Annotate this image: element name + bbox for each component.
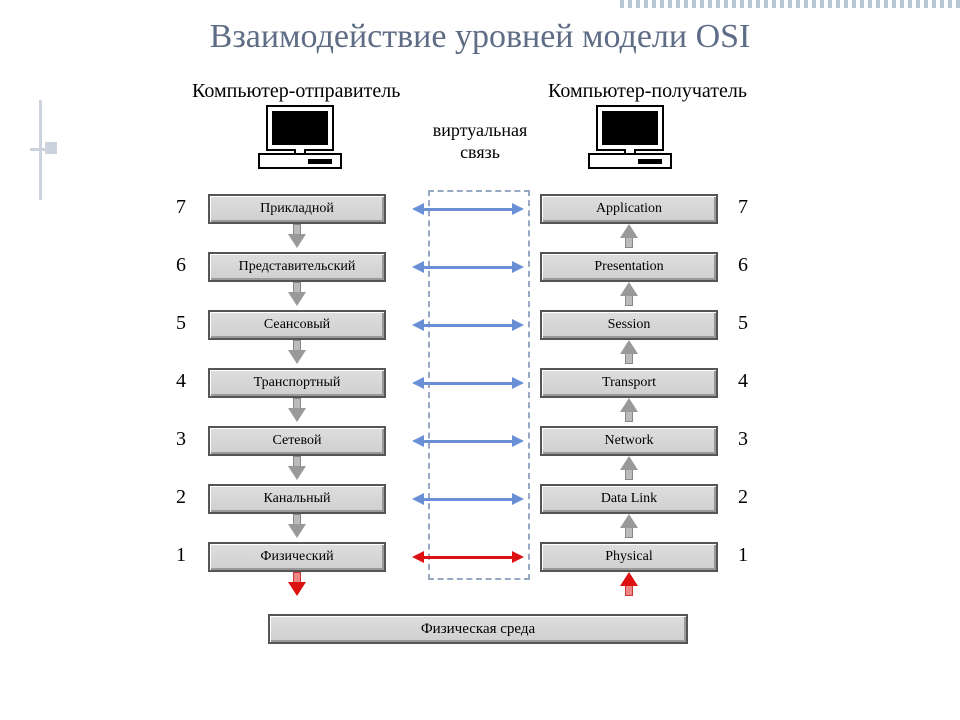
right-layer-3: Network xyxy=(540,426,718,456)
right-number-5: 5 xyxy=(738,312,748,335)
left-number-7: 7 xyxy=(176,196,186,219)
page-title: Взаимодействие уровней модели OSI xyxy=(0,18,960,56)
left-number-1: 1 xyxy=(176,544,186,567)
up-arrow-right-3 xyxy=(618,456,640,480)
left-layer-7: Прикладной xyxy=(208,194,386,224)
peer-arrow-3 xyxy=(412,438,524,444)
right-layer-6: Presentation xyxy=(540,252,718,282)
right-number-3: 3 xyxy=(738,428,748,451)
peer-arrow-1 xyxy=(412,554,524,560)
left-column-header: Компьютер-отправитель xyxy=(192,80,400,103)
sender-computer-icon xyxy=(258,105,342,173)
peer-arrow-6 xyxy=(412,264,524,270)
left-number-5: 5 xyxy=(176,312,186,335)
virtual-link-label-2: связь xyxy=(420,142,540,163)
slide-decoration xyxy=(30,100,52,200)
right-number-6: 6 xyxy=(738,254,748,277)
virtual-link-label-1: виртуальная xyxy=(420,120,540,141)
right-column-header: Компьютер-получатель xyxy=(548,80,747,103)
right-layer-7: Application xyxy=(540,194,718,224)
down-arrow-left-1 xyxy=(286,572,308,596)
right-number-2: 2 xyxy=(738,486,748,509)
receiver-computer-icon xyxy=(588,105,672,173)
left-number-6: 6 xyxy=(176,254,186,277)
right-number-1: 1 xyxy=(738,544,748,567)
right-layer-1: Physical xyxy=(540,542,718,572)
right-layer-5: Session xyxy=(540,310,718,340)
down-arrow-left-6 xyxy=(286,282,308,306)
up-arrow-right-4 xyxy=(618,398,640,422)
left-layer-3: Сетевой xyxy=(208,426,386,456)
down-arrow-left-4 xyxy=(286,398,308,422)
up-arrow-right-6 xyxy=(618,282,640,306)
peer-arrow-4 xyxy=(412,380,524,386)
right-number-7: 7 xyxy=(738,196,748,219)
physical-medium-box: Физическая среда xyxy=(268,614,688,644)
left-number-4: 4 xyxy=(176,370,186,393)
right-number-4: 4 xyxy=(738,370,748,393)
peer-arrow-2 xyxy=(412,496,524,502)
down-arrow-left-5 xyxy=(286,340,308,364)
down-arrow-left-3 xyxy=(286,456,308,480)
up-arrow-right-7 xyxy=(618,224,640,248)
down-arrow-left-7 xyxy=(286,224,308,248)
left-layer-4: Транспортный xyxy=(208,368,386,398)
right-layer-2: Data Link xyxy=(540,484,718,514)
down-arrow-left-2 xyxy=(286,514,308,538)
left-number-3: 3 xyxy=(176,428,186,451)
left-layer-5: Сеансовый xyxy=(208,310,386,340)
up-arrow-right-2 xyxy=(618,514,640,538)
left-layer-6: Представительский xyxy=(208,252,386,282)
up-arrow-right-5 xyxy=(618,340,640,364)
physical-medium-label: Физическая среда xyxy=(421,621,535,638)
right-layer-4: Transport xyxy=(540,368,718,398)
peer-arrow-7 xyxy=(412,206,524,212)
left-layer-1: Физический xyxy=(208,542,386,572)
left-layer-2: Канальный xyxy=(208,484,386,514)
peer-arrow-5 xyxy=(412,322,524,328)
left-number-2: 2 xyxy=(176,486,186,509)
up-arrow-right-1 xyxy=(618,572,640,596)
header-dots xyxy=(620,0,960,8)
